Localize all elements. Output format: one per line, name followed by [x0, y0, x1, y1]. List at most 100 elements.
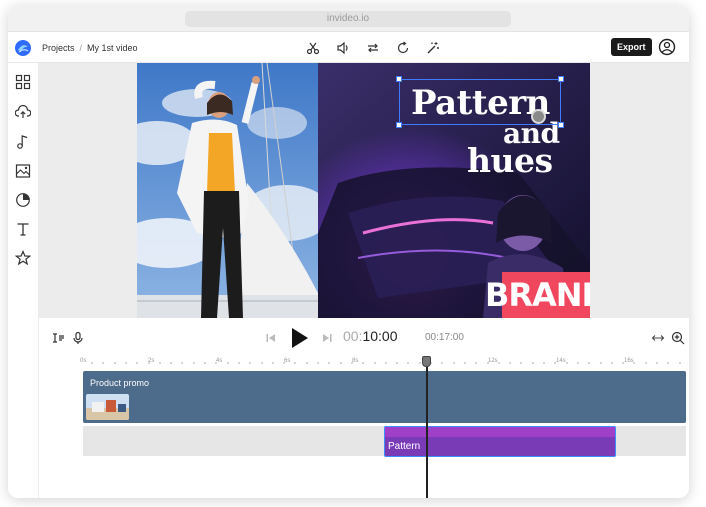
fit-timeline-button[interactable]	[650, 330, 666, 346]
sidebar-item-media[interactable]	[14, 162, 32, 180]
tick-mark	[565, 362, 568, 364]
tick-mark	[249, 362, 252, 364]
media-icon	[15, 164, 31, 178]
scissors-icon	[306, 42, 320, 55]
tick-mark	[113, 362, 116, 364]
magic-wand-icon	[427, 42, 439, 54]
tick-label: 14s	[556, 358, 566, 364]
voiceover-button[interactable]	[70, 330, 86, 346]
tick-mark	[520, 362, 523, 364]
timeline-ruler[interactable]: 0s 2s 4s 6s 8s 12s 14s 16s	[39, 358, 689, 372]
tick-mark	[373, 362, 376, 364]
text-icon	[17, 223, 29, 236]
tick-mark	[362, 362, 365, 364]
tick-mark	[237, 362, 240, 364]
pointer-cursor-icon	[531, 109, 546, 124]
sticker-icon	[16, 193, 30, 207]
resize-handle-top-right[interactable]	[558, 76, 564, 82]
tick-mark	[384, 362, 387, 364]
sidebar-item-upload[interactable]	[14, 103, 32, 121]
brand-logo[interactable]: BRAND	[485, 272, 590, 318]
playhead-line	[426, 362, 428, 498]
microphone-icon	[73, 331, 83, 344]
play-button[interactable]	[288, 327, 310, 349]
tick-mark	[91, 362, 93, 364]
tick-mark	[463, 362, 466, 364]
skip-back-button[interactable]	[264, 331, 278, 345]
project-name[interactable]: My 1st video	[87, 43, 138, 53]
templates-icon	[15, 74, 31, 90]
sidebar-item-text[interactable]	[14, 220, 32, 238]
account-icon[interactable]	[658, 38, 676, 56]
zoom-in-button[interactable]	[670, 330, 686, 346]
browser-chrome: invideo.io	[8, 6, 689, 32]
sidebar-item-favorites[interactable]	[14, 249, 32, 267]
text-clip-selected[interactable]: Pattern	[384, 426, 616, 457]
magic-button[interactable]	[424, 39, 442, 57]
tick-mark	[667, 362, 670, 364]
resize-handle-bottom-left[interactable]	[396, 122, 402, 128]
url-bar[interactable]: invideo.io	[185, 11, 511, 27]
tick-label: 12s	[488, 358, 498, 364]
subtitles-button[interactable]	[50, 330, 66, 346]
tick-mark	[339, 362, 342, 364]
sidebar-item-templates[interactable]	[14, 73, 32, 91]
sidebar-item-stickers[interactable]	[14, 191, 32, 209]
tick-mark	[170, 362, 173, 364]
sidebar-item-music[interactable]	[14, 133, 32, 151]
tick-mark	[204, 362, 206, 364]
woman-photo-image	[137, 63, 318, 318]
tick-mark	[124, 362, 127, 364]
tick-mark	[531, 362, 534, 364]
invideo-logo-icon[interactable]	[14, 39, 32, 57]
tick-label: 8s	[352, 358, 359, 364]
overlay-text-line3[interactable]: hues	[467, 141, 553, 180]
skip-forward-icon	[323, 334, 332, 342]
cut-button[interactable]	[304, 39, 322, 57]
video-canvas[interactable]: Pattern and hues BRAND	[137, 63, 590, 318]
breadcrumb-projects[interactable]: Projects	[42, 43, 75, 53]
playhead-handle[interactable]	[422, 356, 431, 367]
tick-mark	[226, 362, 229, 364]
tick-mark	[407, 362, 410, 364]
tick-mark	[294, 362, 297, 364]
app-header: Projects / My 1st video Export	[8, 33, 689, 63]
current-time: 00:10:00	[343, 328, 398, 344]
tick-label: 0s	[80, 358, 87, 364]
resize-handle-bottom-right[interactable]	[558, 122, 564, 128]
volume-icon	[337, 41, 348, 55]
tick-mark	[656, 362, 658, 364]
tick-mark	[147, 362, 150, 364]
sidebar	[8, 63, 39, 498]
resize-handle-top-left[interactable]	[396, 76, 402, 82]
rotate-button[interactable]	[394, 39, 412, 57]
music-icon	[17, 135, 28, 149]
track-label: Product promo	[90, 378, 150, 388]
clip-band	[385, 427, 615, 437]
export-button[interactable]: Export	[611, 38, 652, 56]
tick-mark	[599, 362, 602, 364]
tick-label: 16s	[624, 358, 634, 364]
tick-mark	[192, 362, 195, 364]
tick-mark	[644, 362, 647, 364]
player-controls: 00:10:00 00:17:00	[39, 318, 689, 358]
preview-stage: Pattern and hues BRAND	[39, 63, 689, 318]
skip-forward-button[interactable]	[320, 331, 334, 345]
subtitles-icon	[53, 333, 64, 343]
breadcrumb: Projects / My 1st video	[42, 33, 138, 63]
app-window: invideo.io Projects / My 1st video Expor…	[8, 6, 689, 498]
tick-mark	[328, 362, 331, 364]
tick-mark	[475, 362, 478, 364]
zoom-in-icon	[671, 331, 685, 345]
volume-button[interactable]	[334, 39, 352, 57]
swap-button[interactable]	[364, 39, 382, 57]
clip-label: Pattern	[388, 441, 421, 452]
tick-mark	[396, 362, 399, 364]
tick-mark	[181, 362, 184, 364]
tick-mark	[576, 362, 579, 364]
tick-mark	[486, 362, 489, 364]
tick-mark	[633, 362, 636, 364]
tick-mark	[317, 362, 319, 364]
total-duration: 00:17:00	[425, 332, 464, 343]
video-track-clip[interactable]: Product promo	[83, 371, 686, 423]
